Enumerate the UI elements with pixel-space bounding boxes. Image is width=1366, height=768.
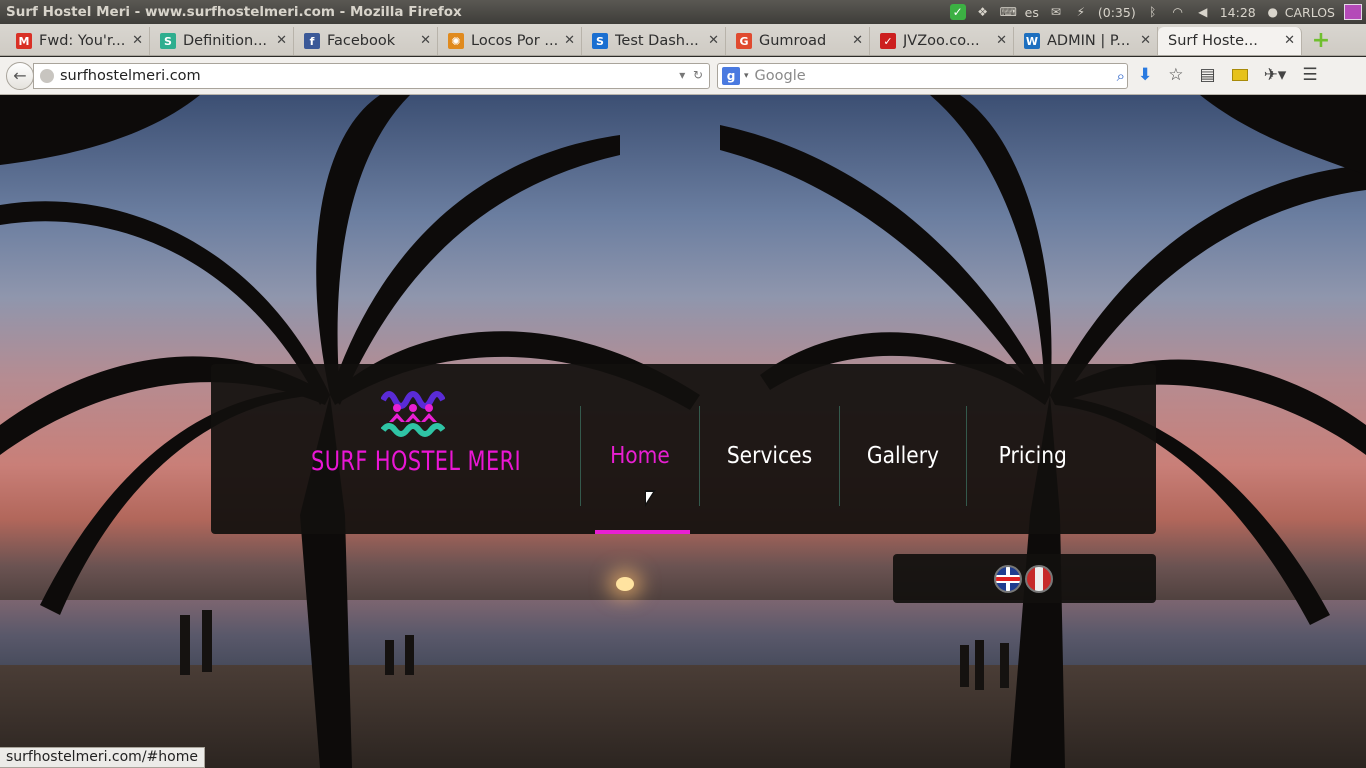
- browser-tab[interactable]: M Fwd: You'r... ✕: [6, 27, 150, 55]
- site-title[interactable]: SURF HOSTEL MERI: [311, 446, 521, 477]
- extension-icon[interactable]: ✈▾: [1264, 65, 1287, 85]
- url-bar[interactable]: surfhostelmeri.com ▾ ↻: [33, 63, 710, 89]
- s-icon: S: [592, 33, 608, 49]
- browser-tab[interactable]: S Test Dash... ✕: [582, 27, 726, 55]
- language-selector: [893, 554, 1156, 603]
- browser-tab[interactable]: f Facebook ✕: [294, 27, 438, 55]
- new-tab-button[interactable]: +: [1308, 29, 1334, 55]
- close-tab-icon[interactable]: ✕: [132, 33, 143, 48]
- google-icon[interactable]: g: [722, 67, 740, 85]
- tab-label: Facebook: [327, 33, 396, 49]
- tab-label: Test Dash...: [615, 33, 699, 49]
- search-icon[interactable]: ⌕: [1117, 67, 1125, 85]
- facebook-icon: f: [304, 33, 320, 49]
- clock[interactable]: 14:28: [1220, 5, 1256, 20]
- close-tab-icon[interactable]: ✕: [852, 33, 863, 48]
- user-icon: ●: [1267, 5, 1278, 19]
- mouse-cursor-icon: [645, 490, 656, 507]
- keyboard-layout[interactable]: es: [1025, 5, 1039, 20]
- url-text[interactable]: surfhostelmeri.com: [60, 68, 201, 84]
- site-header: SURF HOSTEL MERI Home Services Gallery P…: [211, 364, 1156, 534]
- close-tab-icon[interactable]: ✕: [420, 33, 431, 48]
- tab-label: ADMIN | P...: [1047, 33, 1131, 49]
- mail-icon[interactable]: ✉: [1048, 4, 1064, 20]
- close-tab-icon[interactable]: ✕: [1284, 33, 1295, 48]
- active-menu-indicator: [595, 530, 690, 534]
- navigation-bar: ← surfhostelmeri.com ▾ ↻ g ▾ Google ⌕ ⬇ …: [0, 57, 1366, 95]
- menu-icon[interactable]: ☰: [1302, 65, 1317, 85]
- peru-flag-icon[interactable]: [1025, 565, 1053, 593]
- reload-icon[interactable]: ↻: [693, 68, 703, 82]
- tab-label: Surf Hoste...: [1168, 33, 1258, 49]
- menu-item-home[interactable]: Home: [580, 406, 699, 506]
- check-icon[interactable]: ✓: [949, 4, 966, 20]
- engine-dropdown-icon[interactable]: ▾: [744, 71, 749, 81]
- close-tab-icon[interactable]: ✕: [276, 33, 287, 48]
- jvzoo-icon: ✓: [880, 33, 896, 49]
- menu-label: Gallery: [866, 443, 940, 469]
- menu-item-gallery[interactable]: Gallery: [839, 406, 966, 506]
- surfers-logo-icon[interactable]: [381, 386, 445, 442]
- gmail-icon: M: [16, 33, 32, 49]
- toolbar-icons: ⬇ ☆ ▤ ✈▾ ☰: [1138, 65, 1318, 85]
- menu-item-pricing[interactable]: Pricing: [966, 406, 1099, 506]
- bookmarks-menu-icon[interactable]: ▤: [1200, 65, 1216, 85]
- back-arrow-icon: ←: [13, 66, 27, 85]
- page-viewport: SURF HOSTEL MERI Home Services Gallery P…: [0, 95, 1366, 768]
- battery-icon[interactable]: ⚡: [1073, 4, 1089, 20]
- gear-icon: ✺: [448, 33, 464, 49]
- download-icon[interactable]: ⬇: [1138, 65, 1152, 85]
- status-bar: surfhostelmeri.com/#home: [0, 747, 205, 768]
- user-menu[interactable]: ● CARLOS: [1265, 4, 1335, 20]
- tab-label: Gumroad: [759, 33, 827, 49]
- browser-tab[interactable]: Surf Hoste... ✕: [1158, 27, 1302, 55]
- close-tab-icon[interactable]: ✕: [996, 33, 1007, 48]
- gumroad-icon: G: [736, 33, 752, 49]
- bookmark-star-icon[interactable]: ☆: [1168, 65, 1183, 85]
- history-dropdown-icon[interactable]: ▾: [679, 68, 685, 82]
- close-tab-icon[interactable]: ✕: [1140, 33, 1151, 48]
- globe-icon: [40, 69, 54, 83]
- url-controls: ▾ ↻: [679, 68, 703, 82]
- menu-label: Pricing: [998, 443, 1068, 469]
- menu-label: Services: [726, 443, 813, 469]
- user-name: CARLOS: [1284, 4, 1335, 20]
- search-bar[interactable]: g ▾ Google ⌕: [717, 63, 1128, 89]
- system-tray: ✓ ❖ ⌨ es ✉ ⚡ (0:35) ᛒ ◠ ◀ 14:28 ● CARLOS: [949, 0, 1366, 24]
- browser-tab[interactable]: W ADMIN | P... ✕: [1014, 27, 1158, 55]
- search-input[interactable]: Google: [755, 68, 806, 84]
- main-menu: Home Services Gallery Pricing: [580, 406, 1099, 506]
- tab-label: Locos Por ...: [471, 33, 559, 49]
- close-tab-icon[interactable]: ✕: [708, 33, 719, 48]
- session-icon[interactable]: [1344, 4, 1362, 20]
- tab-label: Fwd: You'r...: [39, 33, 126, 49]
- tab-label: Definition...: [183, 33, 268, 49]
- volume-icon[interactable]: ◀: [1195, 4, 1211, 20]
- close-tab-icon[interactable]: ✕: [564, 33, 575, 48]
- w-icon: W: [1024, 33, 1040, 49]
- keyboard-icon[interactable]: ⌨: [1000, 4, 1017, 20]
- tab-strip: M Fwd: You'r... ✕ S Definition... ✕ f Facebook ✕…: [0, 24, 1366, 56]
- wifi-icon[interactable]: ◠: [1170, 4, 1186, 20]
- s-icon: S: [160, 33, 176, 49]
- browser-tab[interactable]: ✺ Locos Por ... ✕: [438, 27, 582, 55]
- bluetooth-icon[interactable]: ᛒ: [1145, 4, 1161, 20]
- os-top-panel: Surf Hostel Meri - www.surfhostelmeri.co…: [0, 0, 1366, 24]
- tab-label: JVZoo.co...: [903, 33, 980, 49]
- battery-time[interactable]: (0:35): [1098, 5, 1136, 20]
- back-button[interactable]: ←: [6, 62, 34, 90]
- browser-tab[interactable]: ✓ JVZoo.co... ✕: [870, 27, 1014, 55]
- browser-tab[interactable]: G Gumroad ✕: [726, 27, 870, 55]
- menu-label: Home: [610, 443, 670, 469]
- uk-flag-icon[interactable]: [994, 565, 1022, 593]
- browser-tab[interactable]: S Definition... ✕: [150, 27, 294, 55]
- window-title: Surf Hostel Meri - www.surfhostelmeri.co…: [6, 4, 462, 20]
- menu-item-services[interactable]: Services: [699, 406, 839, 506]
- addon-icon[interactable]: [1231, 69, 1248, 81]
- dropbox-icon[interactable]: ❖: [975, 4, 991, 20]
